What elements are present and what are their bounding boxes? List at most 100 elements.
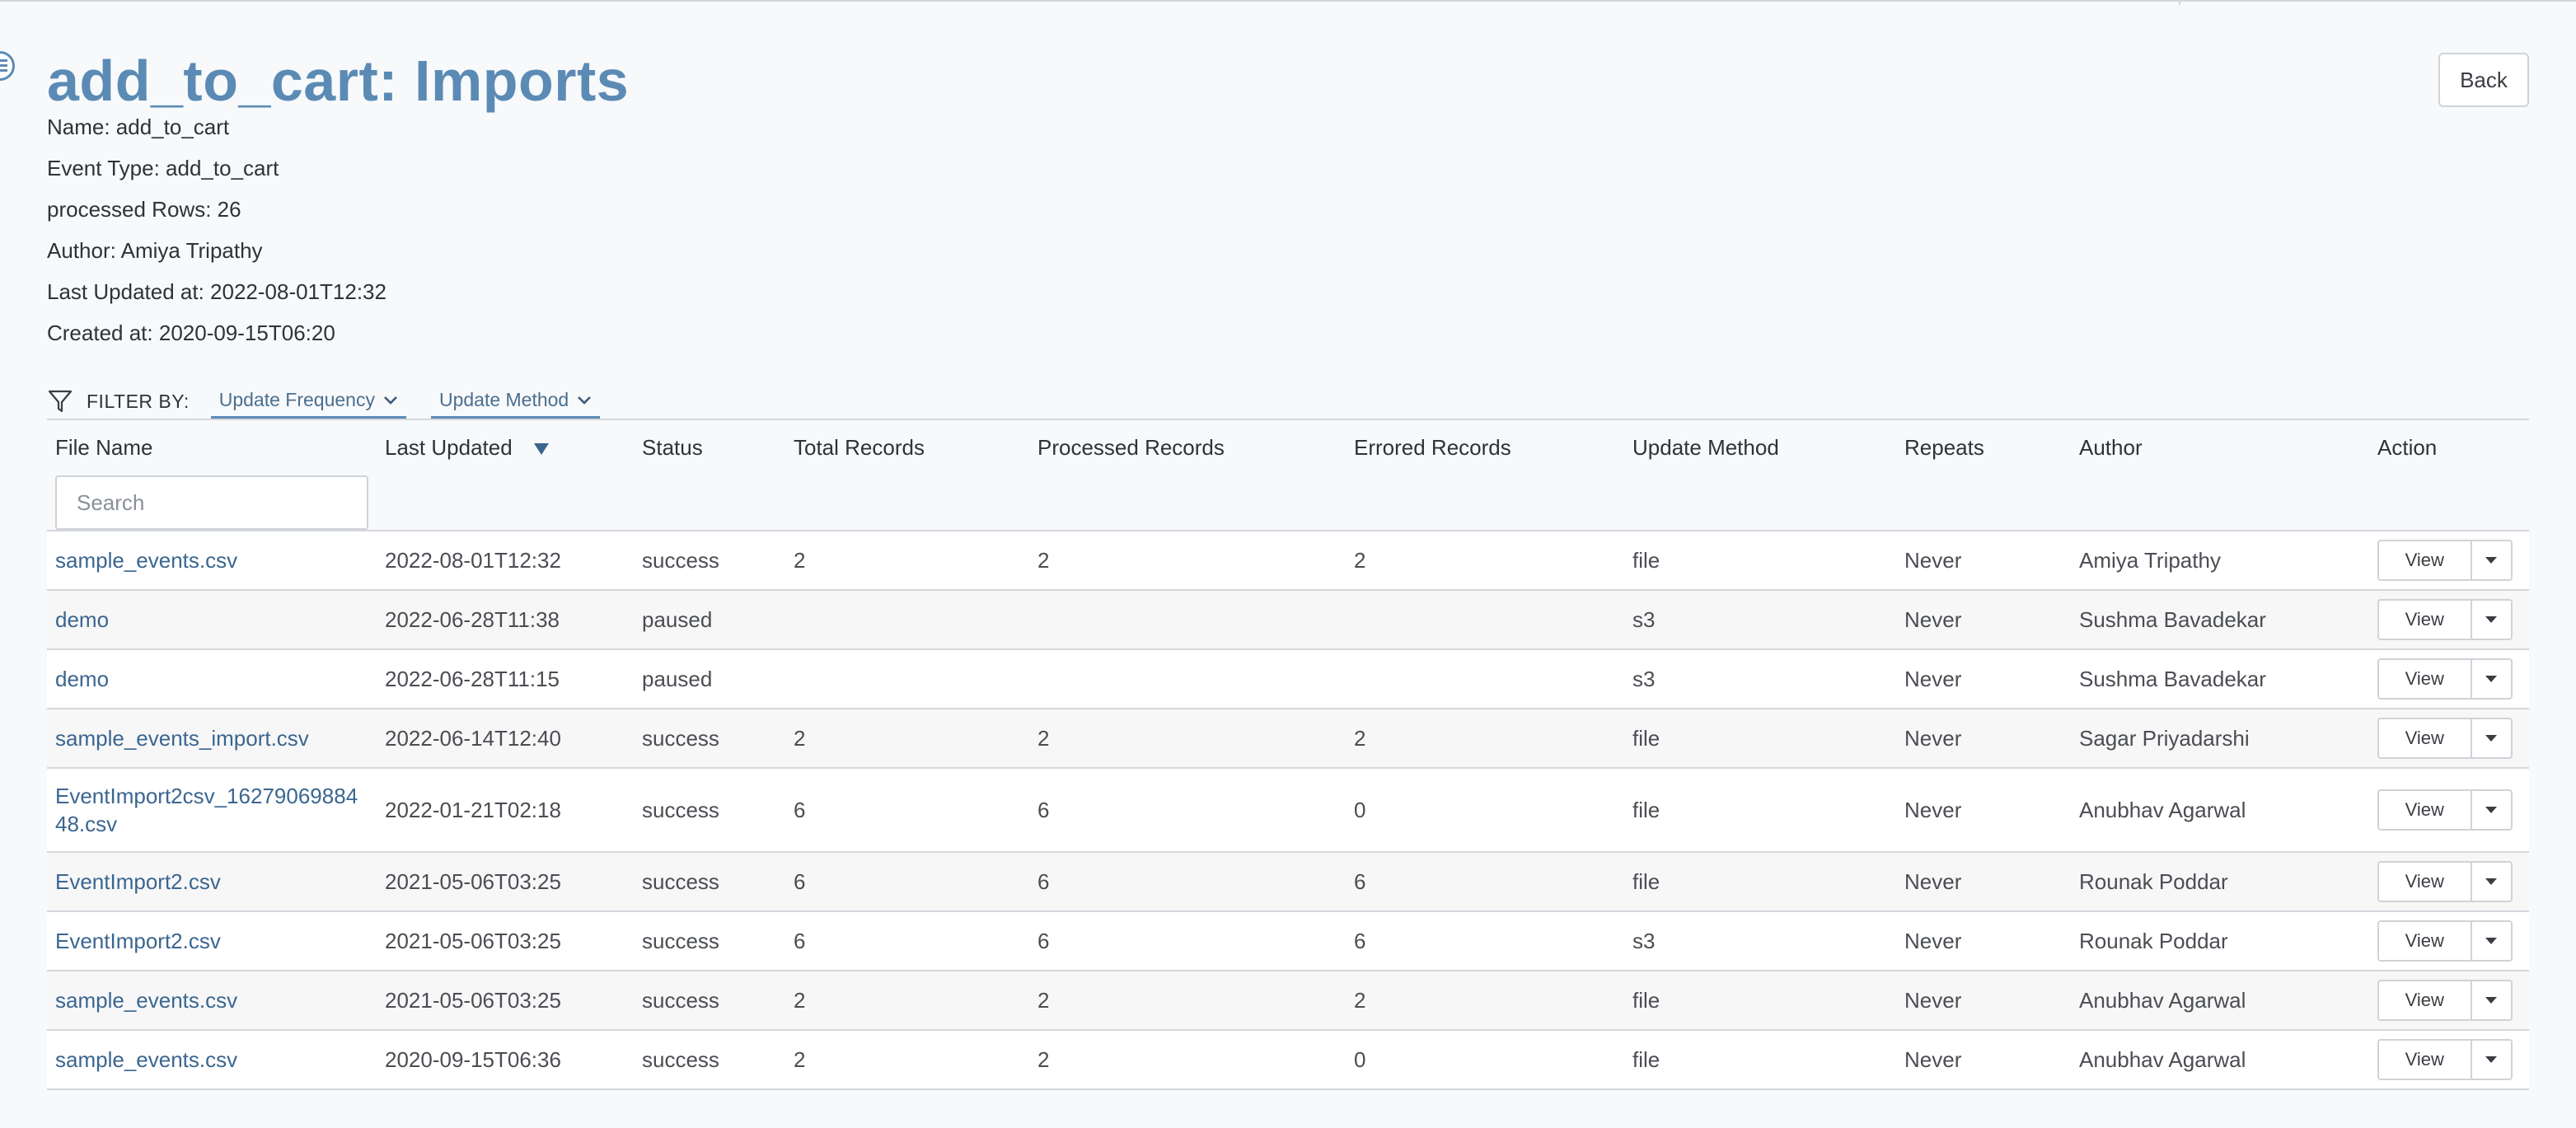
view-button[interactable]: View	[2377, 789, 2472, 831]
caret-down-icon	[2485, 557, 2498, 564]
file-search-input[interactable]	[55, 475, 368, 530]
update-method-cell: s3	[1632, 667, 1656, 691]
detail-event-type: Event Type: add_to_cart	[47, 156, 279, 180]
file-name-cell[interactable]: EventImport2.csv	[47, 911, 377, 971]
repeats-cell: Never	[1904, 726, 1962, 751]
column-last-updated[interactable]: Last Updated	[377, 419, 634, 531]
file-name-cell[interactable]: EventImport2csv_1627906988448.csv	[47, 768, 377, 852]
menu-icon[interactable]	[0, 51, 15, 81]
action-cell: View	[2369, 971, 2529, 1030]
more-actions-button[interactable]	[2471, 980, 2513, 1021]
action-group: View	[2377, 980, 2521, 1021]
table-row: EventImport2csv_1627906988448.csv 2022-01…	[47, 768, 2529, 852]
errored-records-cell: 2	[1354, 548, 1366, 573]
last-updated-cell: 2022-06-28T11:15	[385, 667, 560, 691]
repeats-cell: Never	[1904, 1047, 1962, 1072]
status-cell: success	[642, 869, 719, 894]
file-name-cell[interactable]: EventImport2.csv	[47, 852, 377, 911]
column-last-updated-label: Last Updated	[385, 435, 513, 460]
update-method-cell: file	[1632, 726, 1660, 751]
more-actions-button[interactable]	[2471, 920, 2513, 962]
processed-records-cell: 2	[1037, 988, 1050, 1013]
action-group: View	[2377, 658, 2521, 700]
action-cell: View	[2369, 590, 2529, 649]
last-updated-cell: 2020-09-15T06:36	[385, 1047, 561, 1072]
errored-records-cell: 0	[1354, 1047, 1366, 1072]
more-actions-button[interactable]	[2471, 789, 2513, 831]
table-row: sample_events_import.csv 2022-06-14T12:40…	[47, 709, 2529, 768]
errored-records-cell	[1346, 649, 1624, 709]
update-method-filter[interactable]: Update Method	[430, 384, 601, 419]
repeats-cell: Never	[1904, 667, 1962, 691]
column-status: Status	[642, 435, 703, 460]
column-repeats: Repeats	[1904, 435, 1984, 460]
view-button[interactable]: View	[2377, 861, 2472, 902]
import-details: Name: add_to_cart Event Type: add_to_car…	[47, 114, 386, 361]
action-cell: View	[2369, 911, 2529, 971]
update-method-cell: s3	[1632, 929, 1656, 953]
table-row: sample_events.csv 2022-08-01T12:32 success…	[47, 531, 2529, 590]
more-actions-button[interactable]	[2471, 658, 2513, 700]
more-actions-button[interactable]	[2471, 599, 2513, 640]
chevron-down-icon	[384, 396, 397, 405]
author-cell: Rounak Poddar	[2079, 929, 2228, 953]
last-updated-cell: 2021-05-06T03:25	[385, 929, 561, 953]
action-group: View	[2377, 920, 2521, 962]
update-method-cell: file	[1632, 1047, 1660, 1072]
more-actions-button[interactable]	[2471, 718, 2513, 759]
view-button[interactable]: View	[2377, 1039, 2472, 1080]
repeats-cell: Never	[1904, 929, 1962, 953]
caret-down-icon	[2485, 938, 2498, 944]
total-records-cell: 2	[794, 726, 806, 751]
more-actions-button[interactable]	[2471, 861, 2513, 902]
sort-descending-icon[interactable]	[533, 442, 550, 456]
processed-records-cell: 6	[1037, 929, 1050, 953]
action-cell: View	[2369, 709, 2529, 768]
total-records-cell: 6	[794, 869, 806, 894]
errored-records-cell: 6	[1354, 929, 1366, 953]
errored-records-cell: 6	[1354, 869, 1366, 894]
update-frequency-filter[interactable]: Update Frequency	[210, 384, 406, 419]
repeats-cell: Never	[1904, 988, 1962, 1013]
action-group: View	[2377, 1039, 2521, 1080]
author-cell: Anubhav Agarwal	[2079, 1047, 2246, 1072]
processed-records-cell: 2	[1037, 1047, 1050, 1072]
caret-down-icon	[2485, 997, 2498, 1004]
author-cell: Anubhav Agarwal	[2079, 988, 2246, 1013]
caret-down-icon	[2485, 735, 2498, 742]
repeats-cell: Never	[1904, 869, 1962, 894]
filter-funnel-icon	[48, 390, 73, 413]
column-file-name: File Name	[47, 419, 377, 531]
file-name-cell[interactable]: demo	[47, 649, 377, 709]
total-records-cell: 2	[794, 1047, 806, 1072]
file-name-cell[interactable]: demo	[47, 590, 377, 649]
author-cell: Rounak Poddar	[2079, 869, 2228, 894]
file-name-cell[interactable]: sample_events.csv	[47, 1030, 377, 1089]
column-author: Author	[2079, 435, 2143, 460]
more-actions-button[interactable]	[2471, 1039, 2513, 1080]
back-button[interactable]: Back	[2438, 53, 2529, 107]
update-method-cell: s3	[1632, 607, 1656, 632]
author-cell: Anubhav Agarwal	[2079, 798, 2246, 822]
view-button[interactable]: View	[2377, 920, 2472, 962]
caret-down-icon	[2485, 616, 2498, 623]
view-button[interactable]: View	[2377, 599, 2472, 640]
view-button[interactable]: View	[2377, 658, 2472, 700]
page-title: add_to_cart: Imports	[47, 49, 630, 113]
file-name-cell[interactable]: sample_events.csv	[47, 531, 377, 590]
more-actions-button[interactable]	[2471, 540, 2513, 581]
view-button[interactable]: View	[2377, 540, 2472, 581]
update-method-cell: file	[1632, 869, 1660, 894]
view-button[interactable]: View	[2377, 718, 2472, 759]
view-button[interactable]: View	[2377, 980, 2472, 1021]
processed-records-cell: 6	[1037, 869, 1050, 894]
last-updated-cell: 2021-05-06T03:25	[385, 988, 561, 1013]
errored-records-cell	[1346, 590, 1624, 649]
status-cell: success	[642, 929, 719, 953]
file-name-cell[interactable]: sample_events_import.csv	[47, 709, 377, 768]
file-name-cell[interactable]: sample_events.csv	[47, 971, 377, 1030]
caret-down-icon	[2485, 878, 2498, 885]
action-cell: View	[2369, 1030, 2529, 1089]
author-cell: Sushma Bavadekar	[2079, 607, 2266, 632]
action-cell: View	[2369, 531, 2529, 590]
